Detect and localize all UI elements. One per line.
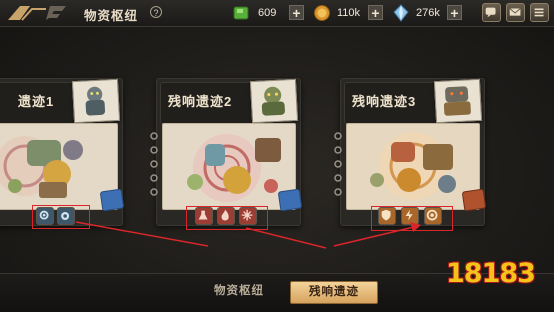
watermark-logo: 18183 — [446, 258, 536, 289]
game-screen: 物资枢纽 ? 609 + 110k + 276k + 遗迹1 残响遗迹2 残响遗… — [0, 0, 554, 312]
tab-echo-ruins[interactable]: 残响遗迹 — [290, 281, 378, 304]
tab-supply-hub[interactable]: 物资枢纽 — [204, 281, 274, 302]
